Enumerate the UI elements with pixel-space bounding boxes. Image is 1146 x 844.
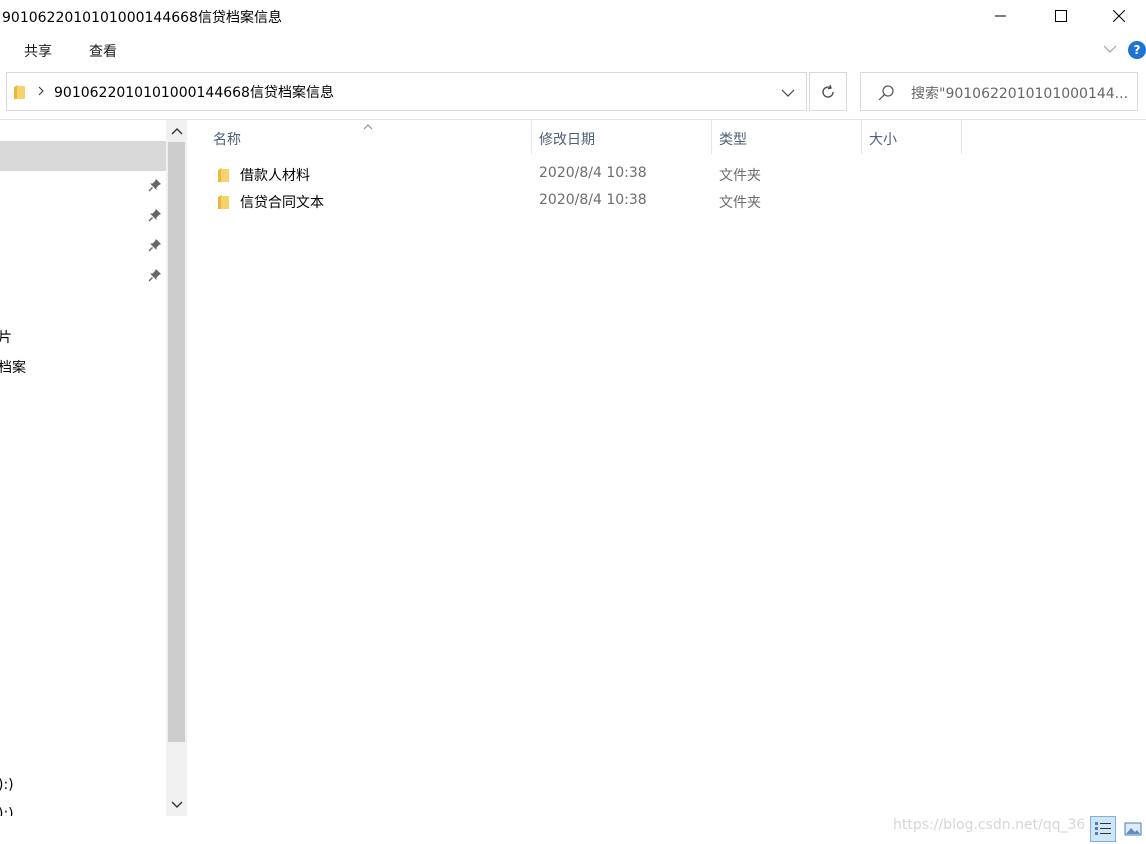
address-history-button[interactable] [781, 86, 795, 102]
folder-icon [217, 167, 231, 187]
search-placeholder: 搜索"9010622010101000144... [911, 86, 1129, 102]
column-header-name[interactable]: 名称 [213, 129, 241, 149]
file-date: 2020/8/4 10:38 [539, 192, 647, 208]
folder-icon [13, 84, 27, 104]
file-name[interactable]: 信贷合同文本 [240, 192, 324, 212]
expand-ribbon-button[interactable] [1103, 42, 1117, 58]
column-divider[interactable] [861, 120, 862, 154]
folder-icon [217, 194, 231, 214]
column-header-date[interactable]: 修改日期 [539, 129, 595, 149]
file-name[interactable]: 借款人材料 [240, 165, 310, 185]
nav-item-label[interactable]: 片 [0, 327, 12, 347]
nav-item-label[interactable]: ):) [0, 777, 14, 793]
file-type: 文件夹 [719, 195, 761, 211]
file-row[interactable]: 信贷合同文本 2020/8/4 10:38 文件夹 [187, 188, 1146, 215]
sort-ascending-icon [363, 119, 373, 135]
large-icons-view-button[interactable] [1120, 816, 1146, 842]
help-button[interactable]: ? [1128, 41, 1146, 59]
file-row[interactable]: 借款人材料 2020/8/4 10:38 文件夹 [187, 161, 1146, 188]
navigation-pane[interactable]: 片 档案 ):) ):) [0, 120, 166, 816]
column-header-row: 名称 修改日期 类型 大小 [187, 120, 1146, 154]
large-icons-view-icon [1124, 822, 1142, 836]
minimize-icon [995, 15, 1006, 17]
column-header-type[interactable]: 类型 [719, 129, 747, 149]
details-view-button[interactable] [1090, 816, 1116, 842]
column-divider[interactable] [961, 120, 962, 154]
chevron-down-icon [781, 89, 795, 97]
nav-item-label[interactable]: 档案 [0, 357, 26, 377]
nav-selected-item[interactable] [0, 141, 166, 171]
address-path[interactable]: 9010622010101000144668信贷档案信息 [54, 82, 334, 102]
chevron-down-icon [171, 801, 182, 808]
chevron-right-icon[interactable] [37, 84, 45, 102]
watermark-text: https://blog.csdn.net/qq_36 [893, 817, 1086, 833]
close-icon [1113, 10, 1125, 22]
file-type: 文件夹 [719, 168, 761, 184]
details-view-icon [1095, 822, 1111, 835]
tab-view[interactable]: 查看 [89, 41, 117, 61]
maximize-button[interactable] [1032, 0, 1090, 32]
search-icon [877, 84, 895, 106]
pin-icon[interactable] [148, 268, 162, 286]
search-input[interactable]: 搜索"9010622010101000144... [860, 72, 1138, 111]
scroll-up-button[interactable] [166, 120, 187, 142]
refresh-icon [822, 84, 834, 98]
pin-icon[interactable] [148, 208, 162, 226]
pin-icon[interactable] [148, 178, 162, 196]
refresh-button[interactable] [809, 72, 847, 111]
maximize-icon [1055, 10, 1067, 22]
pin-icon[interactable] [148, 238, 162, 256]
column-divider[interactable] [711, 120, 712, 154]
minimize-button[interactable] [972, 0, 1030, 32]
address-bar[interactable]: 9010622010101000144668信贷档案信息 [6, 72, 807, 111]
chevron-down-icon [1103, 45, 1117, 53]
file-date: 2020/8/4 10:38 [539, 165, 647, 181]
column-divider[interactable] [531, 120, 532, 154]
title-bar: 9010622010101000144668信贷档案信息 [0, 0, 1146, 34]
scroll-thumb[interactable] [168, 142, 185, 742]
column-header-size[interactable]: 大小 [869, 129, 897, 149]
close-button[interactable] [1090, 0, 1146, 32]
ribbon: 共享 查看 [0, 34, 1146, 66]
nav-item-label[interactable]: ):) [0, 806, 14, 816]
tab-share[interactable]: 共享 [24, 41, 52, 61]
window-title: 9010622010101000144668信贷档案信息 [2, 10, 282, 26]
scroll-down-button[interactable] [166, 794, 187, 816]
nav-scrollbar[interactable] [166, 120, 187, 816]
chevron-up-icon [171, 128, 182, 135]
